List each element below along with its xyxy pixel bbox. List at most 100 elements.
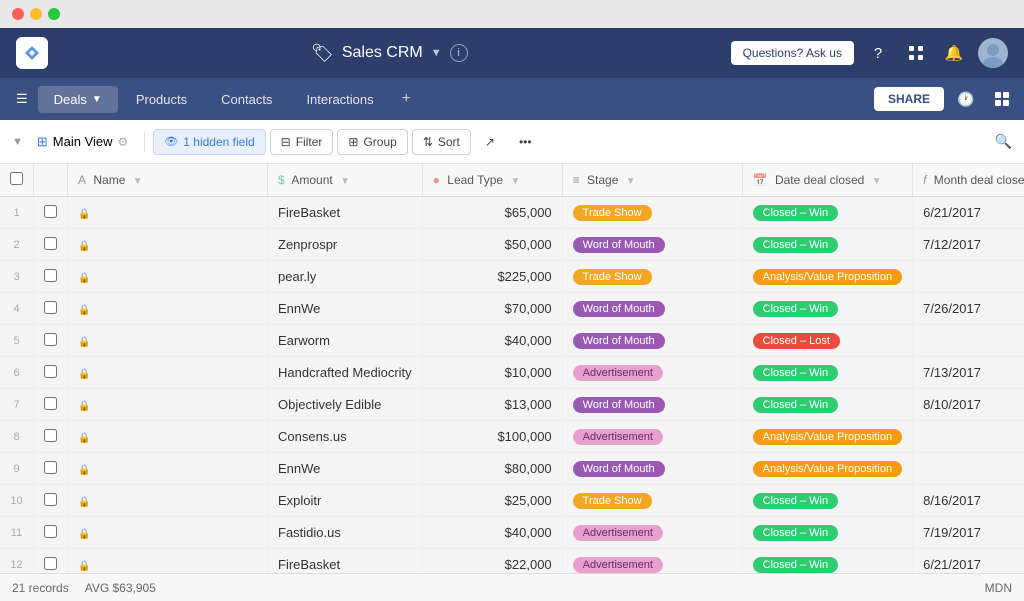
- add-tab-button[interactable]: +: [392, 84, 421, 114]
- amount-col-sort[interactable]: ▼: [340, 176, 350, 187]
- lead-type-badge: Trade Show: [573, 205, 652, 221]
- row-checkbox[interactable]: [34, 197, 68, 229]
- row-checkbox[interactable]: [34, 293, 68, 325]
- title-dropdown-icon[interactable]: ▼: [431, 47, 442, 59]
- name-cell[interactable]: EnnWe: [268, 293, 423, 325]
- name-cell[interactable]: Earworm: [268, 325, 423, 357]
- name-cell[interactable]: FireBasket: [268, 197, 423, 229]
- grid-view-icon-button[interactable]: [988, 85, 1016, 113]
- stage-badge: Analysis/Value Proposition: [753, 429, 902, 445]
- more-options-button[interactable]: •••: [509, 130, 542, 154]
- help-icon-button[interactable]: ?: [864, 39, 892, 67]
- name-cell[interactable]: Objectively Edible: [268, 389, 423, 421]
- table-row[interactable]: 1 🔒 FireBasket $65,000 Trade Show Closed…: [0, 197, 1024, 229]
- table-row[interactable]: 2 🔒 Zenprospr $50,000 Word of Mouth Clos…: [0, 229, 1024, 261]
- toolbar: ▼ ⊞ Main View ⚙ 👁 1 hidden field ⊟ Filte…: [0, 120, 1024, 164]
- hamburger-menu[interactable]: ☰: [8, 85, 36, 113]
- row-checkbox[interactable]: [34, 453, 68, 485]
- sort-button[interactable]: ⇅ Sort: [412, 129, 471, 155]
- row-checkbox[interactable]: [34, 517, 68, 549]
- records-count: 21 records: [12, 581, 69, 595]
- stage-col-icon: ≡: [573, 173, 580, 187]
- lead-type-badge: Advertisement: [573, 429, 663, 445]
- date-closed-cell: 8/16/2017: [913, 485, 1024, 517]
- close-button[interactable]: [12, 8, 24, 20]
- row-checkbox[interactable]: [34, 485, 68, 517]
- export-button[interactable]: ↗: [475, 130, 505, 154]
- minimize-button[interactable]: [30, 8, 42, 20]
- apps-icon-button[interactable]: [902, 39, 930, 67]
- table-row[interactable]: 4 🔒 EnnWe $70,000 Word of Mouth Closed –…: [0, 293, 1024, 325]
- crm-icon: 🏷: [311, 43, 334, 64]
- table-row[interactable]: 6 🔒 Handcrafted Mediocrity $10,000 Adver…: [0, 357, 1024, 389]
- table-row[interactable]: 12 🔒 FireBasket $22,000 Advertisement Cl…: [0, 549, 1024, 574]
- lead-type-header[interactable]: ● Lead Type ▼: [422, 164, 562, 197]
- lead-type-cell: Trade Show: [562, 197, 742, 229]
- name-cell[interactable]: Fastidio.us: [268, 517, 423, 549]
- statusbar: 21 records AVG $63,905 MDN: [0, 573, 1024, 601]
- amount-header[interactable]: $ Amount ▼: [268, 164, 423, 197]
- title-info-icon[interactable]: i: [450, 44, 468, 62]
- row-checkbox[interactable]: [34, 261, 68, 293]
- name-cell[interactable]: FireBasket: [268, 549, 423, 574]
- row-checkbox[interactable]: [34, 325, 68, 357]
- nav-tab-interactions[interactable]: Interactions: [290, 86, 389, 113]
- name-cell[interactable]: Zenprospr: [268, 229, 423, 261]
- date-closed-cell: 8/10/2017: [913, 389, 1024, 421]
- table-row[interactable]: 11 🔒 Fastidio.us $40,000 Advertisement C…: [0, 517, 1024, 549]
- table-row[interactable]: 8 🔒 Consens.us $100,000 Advertisement An…: [0, 421, 1024, 453]
- name-header[interactable]: A Name ▼: [68, 164, 268, 197]
- ask-button[interactable]: Questions? Ask us: [731, 41, 854, 65]
- name-cell[interactable]: pear.ly: [268, 261, 423, 293]
- filter-button[interactable]: ⊟ Filter: [270, 129, 334, 155]
- nav-tabs: Deals ▼ProductsContactsInteractions: [38, 86, 390, 113]
- row-checkbox[interactable]: [34, 229, 68, 261]
- share-button[interactable]: SHARE: [874, 87, 944, 111]
- hidden-fields-button[interactable]: 👁 1 hidden field: [153, 129, 265, 155]
- toolbar-search[interactable]: 🔍: [995, 133, 1012, 150]
- table-row[interactable]: 9 🔒 EnnWe $80,000 Word of Mouth Analysis…: [0, 453, 1024, 485]
- amount-cell: $10,000: [422, 357, 562, 389]
- name-cell[interactable]: Handcrafted Mediocrity: [268, 357, 423, 389]
- nav-tab-contacts[interactable]: Contacts: [205, 86, 288, 113]
- row-number: 9: [0, 453, 34, 485]
- checkbox-header[interactable]: [0, 164, 34, 197]
- row-checkbox[interactable]: [34, 549, 68, 574]
- lead-type-cell: Advertisement: [562, 357, 742, 389]
- maximize-button[interactable]: [48, 8, 60, 20]
- row-checkbox[interactable]: [34, 389, 68, 421]
- row-number: 12: [0, 549, 34, 574]
- user-avatar[interactable]: [978, 38, 1008, 68]
- row-checkbox[interactable]: [34, 421, 68, 453]
- date-closed-header[interactable]: 📅 Date deal closed ▼: [742, 164, 912, 197]
- history-icon-button[interactable]: 🕐: [952, 85, 980, 113]
- select-all-checkbox[interactable]: [10, 172, 23, 185]
- lead-type-badge: Word of Mouth: [573, 237, 665, 253]
- view-selector[interactable]: ⊞ Main View ⚙: [29, 130, 136, 154]
- name-col-sort[interactable]: ▼: [133, 176, 143, 187]
- notifications-icon-button[interactable]: 🔔: [940, 39, 968, 67]
- table-row[interactable]: 3 🔒 pear.ly $225,000 Trade Show Analysis…: [0, 261, 1024, 293]
- date-col-sort[interactable]: ▼: [872, 176, 882, 187]
- name-cell[interactable]: Exploitr: [268, 485, 423, 517]
- row-lock: 🔒: [68, 517, 268, 549]
- app-logo: [16, 37, 48, 69]
- traffic-lights: [12, 8, 60, 20]
- table-row[interactable]: 7 🔒 Objectively Edible $13,000 Word of M…: [0, 389, 1024, 421]
- table-row[interactable]: 5 🔒 Earworm $40,000 Word of Mouth Closed…: [0, 325, 1024, 357]
- view-config-icon[interactable]: ⚙: [118, 135, 129, 149]
- view-dropdown-arrow[interactable]: ▼: [12, 136, 23, 148]
- table-row[interactable]: 10 🔒 Exploitr $25,000 Trade Show Closed …: [0, 485, 1024, 517]
- name-cell[interactable]: EnnWe: [268, 453, 423, 485]
- stage-col-sort[interactable]: ▼: [626, 176, 636, 187]
- search-icon[interactable]: 🔍: [995, 133, 1012, 149]
- month-closed-header[interactable]: f Month deal closed ▼: [913, 164, 1024, 197]
- row-checkbox[interactable]: [34, 357, 68, 389]
- nav-tab-products[interactable]: Products: [120, 86, 203, 113]
- amount-cell: $40,000: [422, 325, 562, 357]
- lead-type-col-sort[interactable]: ▼: [510, 176, 520, 187]
- group-button[interactable]: ⊞ Group: [337, 129, 407, 155]
- stage-header[interactable]: ≡ Stage ▼: [562, 164, 742, 197]
- nav-tab-deals[interactable]: Deals ▼: [38, 86, 118, 113]
- name-cell[interactable]: Consens.us: [268, 421, 423, 453]
